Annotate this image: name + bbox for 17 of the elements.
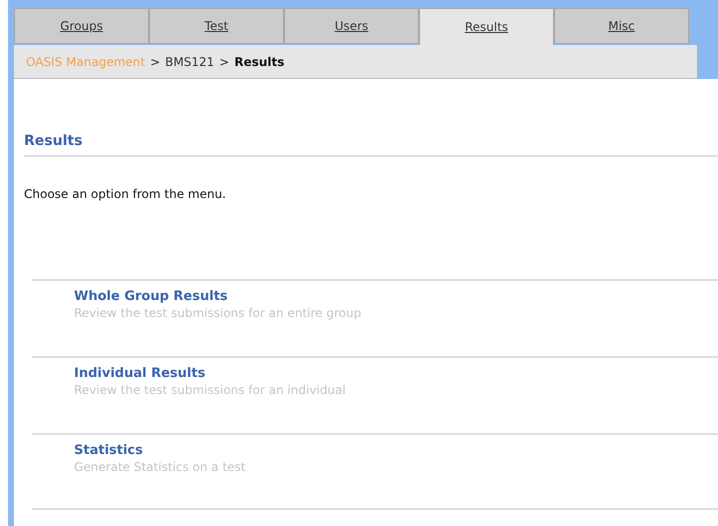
tab[interactable]: Misc — [554, 8, 689, 44]
menu-description: Review the test submissions for an individual — [74, 383, 347, 397]
breadcrumb-link[interactable]: BMS121 — [165, 54, 214, 68]
breadcrumb-current: Results — [234, 54, 284, 68]
menu-link[interactable]: Statistics — [74, 443, 718, 458]
menu-description: Generate Statistics on a test — [74, 460, 247, 474]
tab[interactable]: Results — [419, 8, 554, 45]
breadcrumb-separator: > — [150, 54, 160, 68]
menu-link[interactable]: Whole Group Results — [74, 289, 718, 304]
tab[interactable]: Users — [284, 8, 419, 44]
menu-description: Review the test submissions for an entire group — [74, 306, 362, 320]
intro-text: Choose an option from the menu. — [24, 187, 227, 201]
tab[interactable]: Groups — [14, 8, 149, 44]
tab[interactable]: Test — [149, 8, 284, 44]
menu-link[interactable]: Individual Results — [74, 366, 718, 381]
breadcrumb-separator: > — [219, 54, 230, 68]
page-heading: Results — [24, 133, 718, 157]
